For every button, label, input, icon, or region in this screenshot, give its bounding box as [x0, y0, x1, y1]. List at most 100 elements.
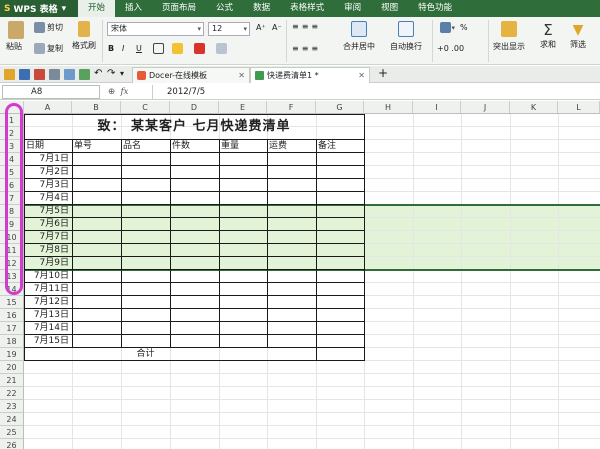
app-name: WPS 表格 — [13, 5, 58, 15]
table-border — [364, 114, 365, 361]
row-header[interactable]: 19 — [0, 348, 24, 361]
number-format-select[interactable] — [437, 22, 457, 36]
row-header[interactable]: 25 — [0, 426, 24, 439]
print-preview-icon[interactable] — [64, 69, 75, 80]
row-header[interactable]: 23 — [0, 400, 24, 413]
table-border — [219, 140, 220, 348]
quick-access-dropdown-icon[interactable]: ▾ — [120, 69, 124, 78]
filter-button[interactable]: ▼ 筛选 — [570, 21, 586, 50]
table-border — [24, 217, 364, 218]
row-header[interactable]: 15 — [0, 296, 24, 309]
row-header[interactable]: 16 — [0, 309, 24, 322]
format-painter-button[interactable]: 格式刷 — [72, 21, 96, 51]
column-header[interactable]: E — [219, 101, 267, 114]
column-header[interactable]: F — [267, 101, 316, 114]
paint-bucket-icon — [172, 43, 183, 54]
close-icon[interactable]: ✕ — [238, 68, 245, 83]
tab-docer-template[interactable]: Docer-在线模板 ✕ — [132, 67, 250, 83]
column-header[interactable]: C — [121, 101, 170, 114]
shrink-font-button[interactable]: A⁻ — [272, 23, 282, 32]
menu-view[interactable]: 视图 — [371, 0, 408, 17]
menu-review[interactable]: 审阅 — [334, 0, 371, 17]
column-header[interactable]: L — [558, 101, 600, 114]
column-header[interactable]: I — [413, 101, 461, 114]
decimal-buttons[interactable]: +0 .00 — [437, 44, 464, 53]
align-left-icon: ≡ — [292, 44, 302, 53]
app-menu-button[interactable]: S WPS 表格 ▾ — [0, 0, 78, 17]
font-color-button[interactable] — [194, 43, 207, 54]
column-header[interactable]: H — [364, 101, 413, 114]
menu-special[interactable]: 特色功能 — [408, 0, 462, 17]
table-border — [24, 114, 364, 115]
percent-button[interactable]: % — [460, 23, 468, 32]
row-header[interactable]: 20 — [0, 361, 24, 374]
annotation-highlight-oval — [5, 103, 23, 295]
table-border — [24, 321, 364, 322]
grow-font-button[interactable]: A⁺ — [256, 23, 266, 32]
row-header[interactable]: 22 — [0, 387, 24, 400]
align-top-icon: ≡ — [292, 22, 302, 31]
align-center-icon: ≡ — [301, 44, 312, 53]
menu-home[interactable]: 开始 — [78, 0, 116, 17]
formula-input[interactable]: 2012/7/5 — [152, 85, 598, 99]
spreadsheet-file-icon — [255, 71, 264, 80]
column-header[interactable]: A — [24, 101, 72, 114]
row-header[interactable]: 17 — [0, 322, 24, 335]
align-left-buttons[interactable]: ≡≡≡ — [292, 44, 321, 53]
menu-table-style[interactable]: 表格样式 — [280, 0, 334, 17]
menu-page-layout[interactable]: 页面布局 — [152, 0, 206, 17]
cut-button[interactable]: 剪切 — [34, 22, 63, 33]
print-icon[interactable] — [49, 69, 60, 80]
column-header[interactable]: K — [510, 101, 558, 114]
borders-button[interactable] — [153, 43, 166, 54]
bold-button[interactable]: B — [108, 44, 114, 53]
align-top-buttons[interactable]: ≡≡≡ — [292, 22, 321, 31]
table-border — [267, 140, 268, 348]
table-border — [24, 165, 364, 166]
font-name-select[interactable]: 宋体 — [107, 22, 204, 36]
highlight-button[interactable]: 突出显示 — [493, 21, 525, 52]
merge-center-button[interactable]: 合并居中 — [343, 21, 375, 52]
column-header[interactable]: B — [72, 101, 121, 114]
column-header[interactable]: J — [461, 101, 510, 114]
scissors-icon — [34, 22, 45, 33]
clear-format-button[interactable] — [216, 43, 229, 54]
separator — [102, 20, 103, 62]
table-border — [24, 347, 364, 348]
copy-button[interactable]: 复制 — [34, 43, 63, 54]
row-header[interactable]: 24 — [0, 413, 24, 426]
zoom-search-icon[interactable]: ⊕ — [108, 87, 115, 97]
underline-button[interactable]: U — [136, 44, 142, 53]
copy-icon — [34, 43, 45, 54]
column-header[interactable]: G — [316, 101, 364, 114]
row-header[interactable]: 26 — [0, 439, 24, 449]
wps-logo-icon: S — [4, 3, 11, 14]
menu-insert[interactable]: 插入 — [115, 0, 152, 17]
font-size-select[interactable]: 12 — [208, 22, 250, 36]
spell-check-icon[interactable] — [79, 69, 90, 80]
table-border — [316, 140, 317, 361]
sum-button[interactable]: Σ 求和 — [540, 21, 556, 50]
pdf-export-icon[interactable] — [34, 69, 45, 80]
tab-express-fee-list[interactable]: 快递费清单1 * ✕ — [250, 67, 370, 83]
save-icon[interactable] — [19, 69, 30, 80]
undo-icon[interactable]: ↶ — [94, 68, 102, 79]
fill-color-button[interactable] — [172, 43, 185, 54]
new-tab-button[interactable]: + — [378, 66, 388, 80]
open-folder-icon[interactable] — [4, 69, 15, 80]
paste-button[interactable]: 粘贴 — [6, 21, 24, 52]
italic-button[interactable]: I — [122, 44, 124, 53]
close-icon[interactable]: ✕ — [358, 68, 365, 83]
sheet-title[interactable]: 致： 某某客户 七月快递费清单 — [24, 114, 364, 140]
menu-formula[interactable]: 公式 — [206, 0, 243, 17]
name-box[interactable]: A8 — [2, 85, 100, 99]
column-header[interactable]: D — [170, 101, 219, 114]
table-border — [24, 295, 364, 296]
fx-button[interactable]: fx — [121, 87, 129, 97]
row-header[interactable]: 18 — [0, 335, 24, 348]
redo-icon[interactable]: ↷ — [107, 68, 115, 79]
worksheet[interactable]: A B C D E F G H I J K L 1 2 3 4 5 6 7 8 9 10 11 12 13 14 15 16 17 18 1… — [0, 101, 600, 449]
menu-data[interactable]: 数据 — [243, 0, 280, 17]
wrap-text-button[interactable]: 自动换行 — [390, 21, 422, 52]
row-header[interactable]: 21 — [0, 374, 24, 387]
